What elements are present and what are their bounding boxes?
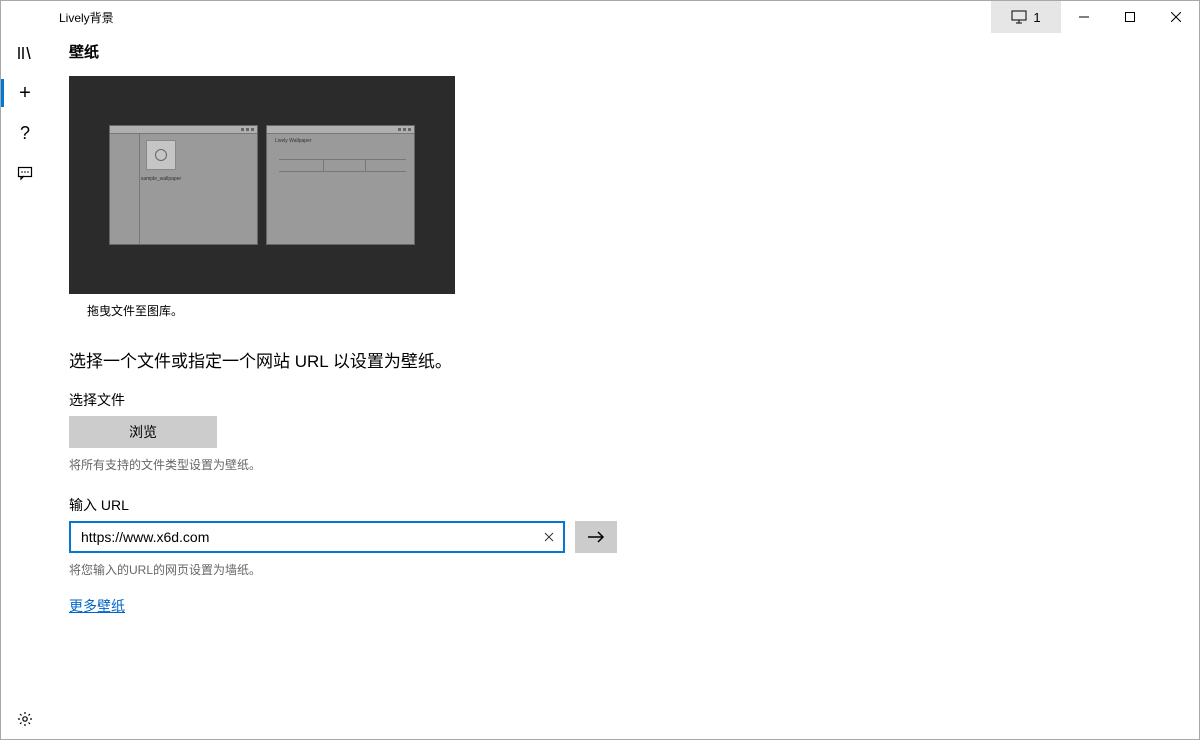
url-helper-text: 将您输入的URL的网页设置为墙纸。: [69, 561, 1179, 578]
monitor-count: 1: [1033, 10, 1040, 25]
preview-caption: 拖曳文件至图库。: [87, 302, 1179, 319]
help-icon: ?: [20, 124, 30, 142]
minimize-icon: [1079, 12, 1089, 22]
preview-area[interactable]: sample_wallpaper Lively Wallpaper: [69, 76, 455, 294]
maximize-icon: [1125, 12, 1135, 22]
titlebar: Lively背景 1: [1, 1, 1199, 33]
minimize-button[interactable]: [1061, 1, 1107, 33]
monitor-indicator[interactable]: 1: [991, 1, 1061, 33]
section-title: 壁纸: [69, 41, 1179, 62]
more-wallpapers-link[interactable]: 更多壁纸: [69, 596, 125, 616]
select-file-section: 选择文件 浏览 将所有支持的文件类型设置为壁纸。: [69, 390, 1179, 473]
library-icon: [17, 45, 33, 61]
clear-url-button[interactable]: [539, 527, 559, 547]
monitor-icon: [1011, 10, 1027, 24]
feedback-icon: [17, 165, 33, 181]
sidebar-item-library[interactable]: [1, 33, 49, 73]
browse-helper-text: 将所有支持的文件类型设置为壁纸。: [69, 456, 1179, 473]
window-title: Lively背景: [59, 9, 114, 26]
sidebar-item-settings[interactable]: [1, 699, 49, 739]
gear-icon: [17, 711, 33, 727]
sidebar-item-feedback[interactable]: [1, 153, 49, 193]
close-icon: [1171, 12, 1181, 22]
arrow-right-icon: [587, 530, 605, 544]
url-input[interactable]: [69, 521, 565, 553]
sidebar-item-add[interactable]: +: [1, 73, 49, 113]
sidebar: + ?: [1, 33, 49, 739]
close-button[interactable]: [1153, 1, 1199, 33]
browse-button[interactable]: 浏览: [69, 416, 217, 448]
plus-icon: +: [19, 83, 31, 103]
maximize-button[interactable]: [1107, 1, 1153, 33]
x-icon: [544, 532, 554, 542]
url-section: 输入 URL 将您输入的URL的网页设置为墙纸。: [69, 495, 1179, 578]
sidebar-item-help[interactable]: ?: [1, 113, 49, 153]
select-file-label: 选择文件: [69, 390, 1179, 410]
preview-window-right: Lively Wallpaper: [266, 125, 415, 245]
main-content: 壁纸 sample_wallpaper Lively Wallpaper: [49, 33, 1199, 739]
preview-window-left: sample_wallpaper: [109, 125, 258, 245]
instruction-text: 选择一个文件或指定一个网站 URL 以设置为壁纸。: [69, 347, 1179, 372]
url-label: 输入 URL: [69, 495, 1179, 515]
submit-url-button[interactable]: [575, 521, 617, 553]
